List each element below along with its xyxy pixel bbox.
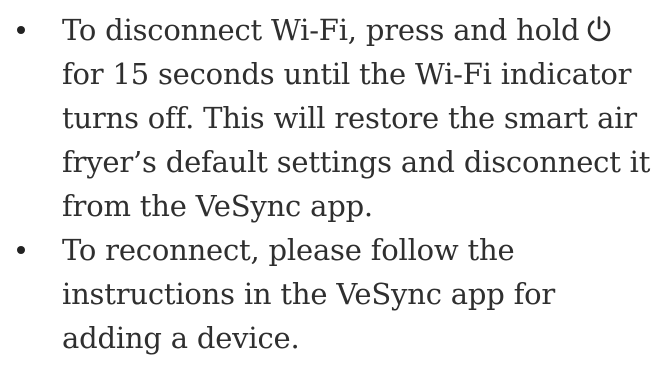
power-icon <box>585 15 613 43</box>
bullet-icon <box>17 246 25 254</box>
disconnect-text-after-icon: for 15 seconds until the Wi-Fi indicator… <box>62 57 651 223</box>
disconnect-text-before-icon: To disconnect Wi-Fi, press and hold <box>62 13 580 47</box>
instruction-list: To disconnect Wi-Fi, press and hold for … <box>0 8 666 360</box>
list-item-reconnect: To reconnect, please follow the instruct… <box>0 228 666 360</box>
reconnect-text: To reconnect, please follow the instruct… <box>62 233 556 355</box>
list-item-disconnect: To disconnect Wi-Fi, press and hold for … <box>0 8 666 228</box>
bullet-icon <box>17 26 25 34</box>
instructions-document: To disconnect Wi-Fi, press and hold for … <box>0 0 666 365</box>
